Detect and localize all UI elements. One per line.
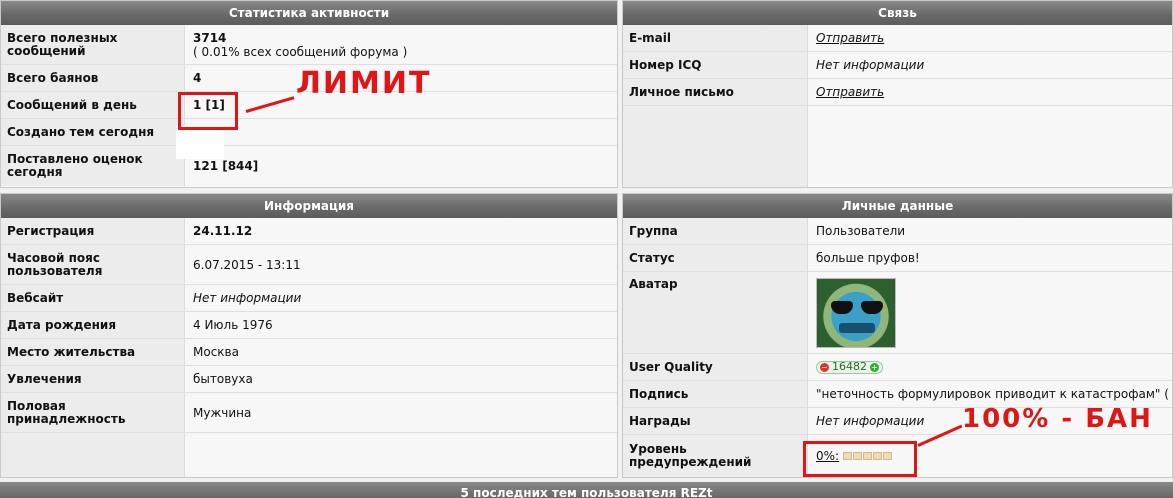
avatar-cell xyxy=(808,272,1172,353)
pm-label: Личное письмо xyxy=(623,79,808,105)
website-value: Нет информации xyxy=(185,285,617,311)
interests-value: бытовуха xyxy=(185,366,617,392)
info-panel-title: Информация xyxy=(1,194,617,218)
avatar-label: Аватар xyxy=(623,272,808,353)
contact-panel-title: Связь xyxy=(623,1,1172,25)
birthday-label: Дата рождения xyxy=(1,312,185,338)
icq-label: Номер ICQ xyxy=(623,52,808,78)
avatar xyxy=(816,278,896,348)
total-posts-value: 3714 xyxy=(193,30,227,45)
empty-value-cell xyxy=(185,433,617,477)
table-row: Поставлено оценок сегодня 121 [844] xyxy=(1,146,617,186)
table-row: Часовой пояс пользователя 6.07.2015 - 13… xyxy=(1,245,617,285)
personal-panel-title: Личные данные xyxy=(623,194,1172,218)
timezone-value: 6.07.2015 - 13:11 xyxy=(185,245,617,284)
user-quality-value: 16482 xyxy=(832,360,867,373)
white-cover xyxy=(176,125,224,159)
limit-highlight-box xyxy=(178,92,238,130)
topics-today-label: Создано тем сегодня xyxy=(1,119,185,145)
user-quality-label: User Quality xyxy=(623,354,808,380)
ratings-today-label: Поставлено оценок сегодня xyxy=(1,146,185,186)
bayans-label: Всего баянов xyxy=(1,65,185,91)
interests-label: Увлечения xyxy=(1,366,185,392)
table-row: Статус больше пруфов! xyxy=(623,245,1172,272)
pm-send-link[interactable]: Отправить xyxy=(816,85,884,99)
status-label: Статус xyxy=(623,245,808,271)
icq-value: Нет информации xyxy=(808,52,1172,78)
table-row-empty xyxy=(623,106,1172,187)
activity-panel-title: Статистика активности xyxy=(1,1,617,25)
table-row: Место жительства Москва xyxy=(1,339,617,366)
table-row: Половая принадлежность Мужчина xyxy=(1,393,617,433)
table-row: Создано тем сегодня xyxy=(1,119,617,146)
table-row: Вебсайт Нет информации xyxy=(1,285,617,312)
last-topics-title: 5 последних тем пользователя REZt xyxy=(0,482,1173,498)
personal-panel: Личные данные Группа Пользователи Статус… xyxy=(622,193,1173,478)
table-row: E-mail Отправить xyxy=(623,25,1172,52)
mouth-icon xyxy=(839,323,875,333)
website-label: Вебсайт xyxy=(1,285,185,311)
group-label: Группа xyxy=(623,218,808,244)
total-posts-share: ( 0.01% всех сообщений форума ) xyxy=(193,44,408,59)
ban-highlight-box xyxy=(803,441,917,477)
table-row: Аватар xyxy=(623,272,1172,354)
table-row: User Quality − 16482 + xyxy=(623,354,1172,381)
empty-label-cell xyxy=(623,106,808,187)
limit-annotation: ЛИМИТ xyxy=(296,66,432,101)
sunglasses-icon xyxy=(831,301,883,315)
table-row: Дата рождения 4 Июль 1976 xyxy=(1,312,617,339)
table-row-empty xyxy=(1,433,617,477)
table-row: Номер ICQ Нет информации xyxy=(623,52,1172,79)
location-label: Место жительства xyxy=(1,339,185,365)
table-row: Личное письмо Отправить xyxy=(623,79,1172,106)
ratings-today-value: 121 [844] xyxy=(185,146,617,186)
registration-value: 24.11.12 xyxy=(185,218,617,244)
signature-label: Подпись xyxy=(623,381,808,407)
email-send-link[interactable]: Отправить xyxy=(816,31,884,45)
timezone-label: Часовой пояс пользователя xyxy=(1,245,185,284)
gender-value: Мужчина xyxy=(185,393,617,432)
topics-today-value xyxy=(185,119,617,145)
empty-value-cell xyxy=(808,106,1172,187)
minus-icon[interactable]: − xyxy=(820,362,829,372)
registration-label: Регистрация xyxy=(1,218,185,244)
awards-label: Награды xyxy=(623,408,808,434)
ban-annotation: 100% - БАН xyxy=(962,404,1153,434)
status-value: больше пруфов! xyxy=(808,245,1172,271)
total-posts-cell: 3714 ( 0.01% всех сообщений форума ) xyxy=(185,25,617,64)
group-value: Пользователи xyxy=(808,218,1172,244)
gender-label: Половая принадлежность xyxy=(1,393,185,432)
warning-level-label: Уровень предупреждений xyxy=(623,435,808,477)
table-row: Группа Пользователи xyxy=(623,218,1172,245)
posts-per-day-label: Сообщений в день xyxy=(1,92,185,118)
location-value: Москва xyxy=(185,339,617,365)
empty-label-cell xyxy=(1,433,185,477)
birthday-value: 4 Июль 1976 xyxy=(185,312,617,338)
total-posts-label: Всего полезных сообщений xyxy=(1,25,185,64)
info-panel: Информация Регистрация 24.11.12 Часовой … xyxy=(0,193,618,478)
user-quality-badge[interactable]: − 16482 + xyxy=(816,360,883,374)
table-row: Регистрация 24.11.12 xyxy=(1,218,617,245)
email-label: E-mail xyxy=(623,25,808,51)
contact-panel: Связь E-mail Отправить Номер ICQ Нет инф… xyxy=(622,0,1173,188)
plus-icon[interactable]: + xyxy=(870,362,879,372)
table-row: Всего полезных сообщений 3714 ( 0.01% вс… xyxy=(1,25,617,65)
table-row: Увлечения бытовуха xyxy=(1,366,617,393)
